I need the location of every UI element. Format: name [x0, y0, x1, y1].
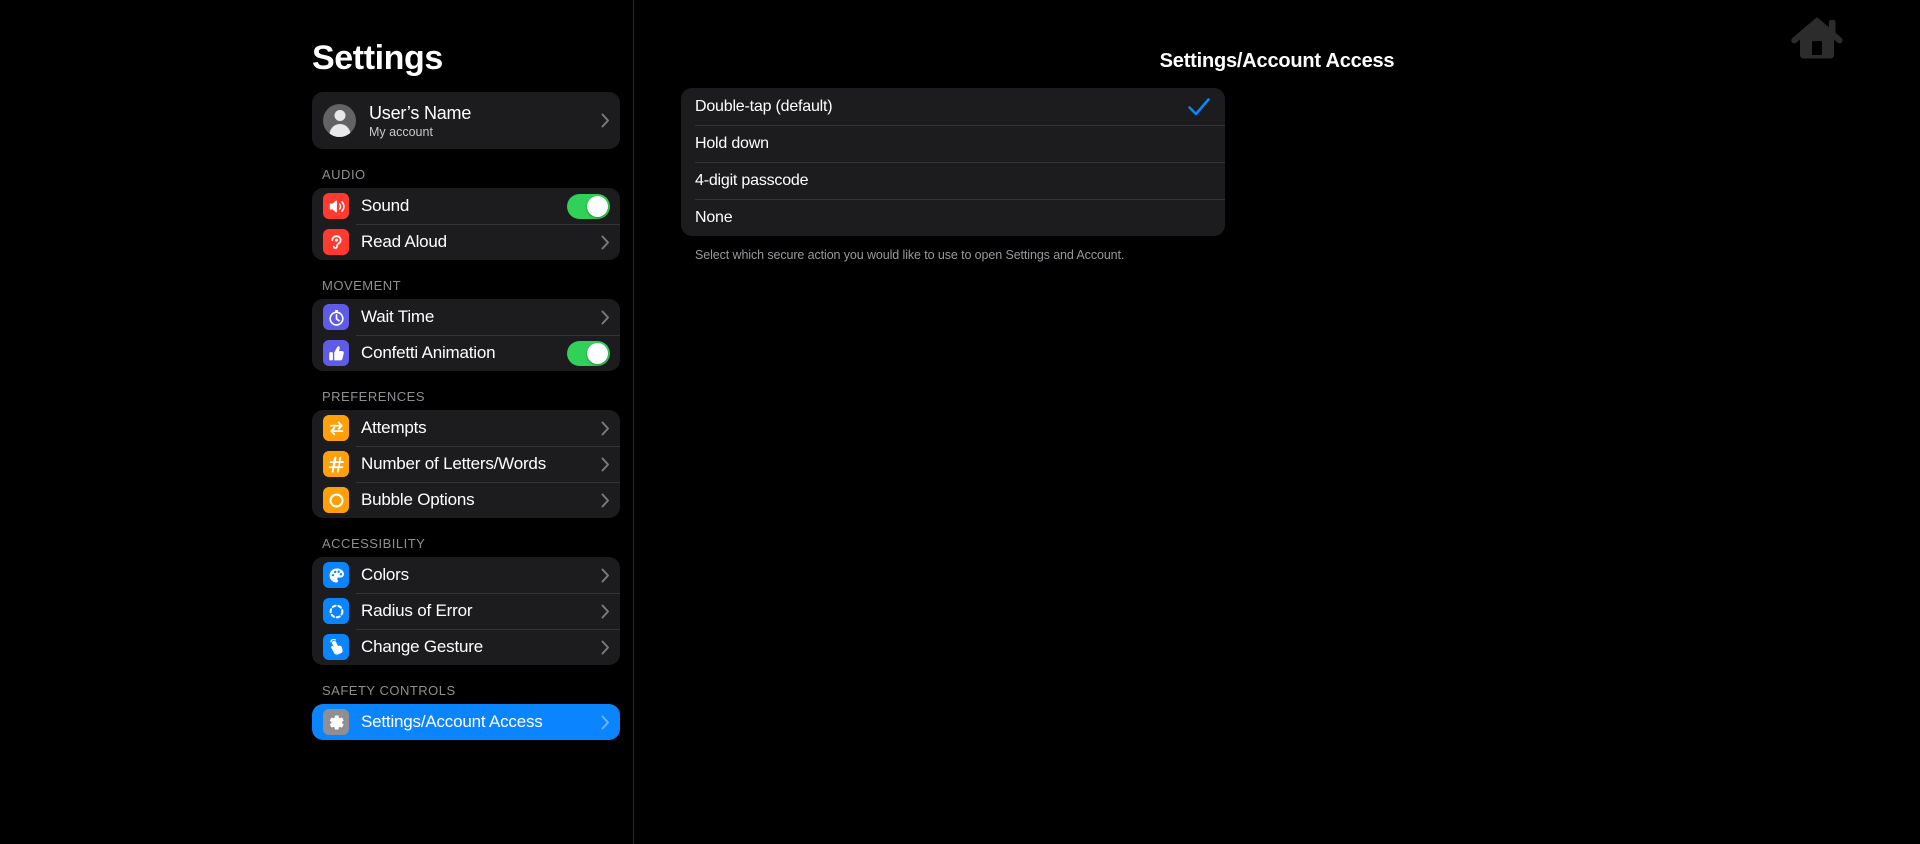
detail-title: Settings/Account Access [1159, 50, 1395, 72]
person-avatar-icon [323, 104, 356, 137]
chevron-right-icon [601, 457, 610, 472]
sidebar-item-sound[interactable]: Sound [312, 188, 620, 224]
group-header: AUDIO [322, 167, 366, 182]
access-options-list: Double-tap (default) Hold down 4-digit pas… [681, 88, 1225, 236]
sidebar-group-movement: MOVEMENT Wait Time Confetti Animation [312, 278, 620, 371]
chevron-right-icon [601, 568, 610, 583]
group-card: Sound Read Aloud [312, 188, 620, 260]
speaker-wave-icon [323, 193, 349, 219]
dashed-circle-icon [323, 598, 349, 624]
hand-tap-icon [323, 634, 349, 660]
option-label: Double-tap (default) [695, 97, 833, 115]
group-header: MOVEMENT [322, 278, 402, 293]
sidebar-item-label: Colors [361, 565, 409, 584]
toggle-switch[interactable] [567, 340, 610, 366]
sidebar-item-label: Settings/Account Access [361, 712, 543, 731]
sidebar-group-audio: AUDIO Sound Read Aloud [312, 167, 620, 260]
sidebar-group-preferences: PREFERENCES Attempts Number of Letters/Wor… [312, 389, 620, 518]
sidebar-item-label: Wait Time [361, 307, 435, 326]
group-card: Wait Time Confetti Animation [312, 299, 620, 371]
thumbs-up-icon [323, 340, 349, 366]
repeat-arrows-icon [323, 415, 349, 441]
sidebar-item-label: Read Aloud [361, 232, 447, 251]
settings-app: Settings User’s Name My account AUDIO Sound… [0, 0, 1920, 844]
sidebar-group-accessibility: ACCESSIBILITY Colors Radius of Error Change… [312, 536, 620, 665]
option-label: 4-digit passcode [695, 171, 809, 189]
chevron-right-icon [601, 310, 610, 325]
sidebar-scroll-area[interactable]: User’s Name My account AUDIO Sound Read Alou… [0, 92, 633, 740]
hash-icon [323, 451, 349, 477]
detail-pane: Settings/Account Access Double-tap (defa… [634, 0, 1920, 844]
palette-icon [323, 562, 349, 588]
sidebar-item-label: Bubble Options [361, 490, 475, 509]
settings-sidebar: Settings User’s Name My account AUDIO Sound… [0, 0, 634, 844]
account-name: User’s Name [369, 102, 472, 123]
account-group: User’s Name My account [312, 92, 620, 149]
toggle-knob [587, 342, 608, 364]
chevron-right-icon [601, 235, 610, 250]
chevron-right-icon [601, 113, 610, 128]
sidebar-item-label: Attempts [361, 418, 427, 437]
sidebar-item-account[interactable]: User’s Name My account [312, 92, 620, 149]
sidebar-item-label: Number of Letters/Words [361, 454, 546, 473]
option-row-4-digit-passcode[interactable]: 4-digit passcode [681, 162, 1225, 199]
chevron-right-icon [601, 493, 610, 508]
circle-outline-icon [323, 487, 349, 513]
sidebar-group-safety-controls: SAFETY CONTROLS Settings/Account Access [312, 683, 620, 740]
option-label: None [695, 208, 733, 226]
page-title: Settings [312, 39, 443, 77]
sidebar-item-radius-of-error[interactable]: Radius of Error [312, 593, 620, 629]
sidebar-item-label: Radius of Error [361, 601, 473, 620]
group-header: ACCESSIBILITY [322, 536, 426, 551]
chevron-right-icon [601, 604, 610, 619]
option-label: Hold down [695, 134, 769, 152]
sidebar-item-label: Sound [361, 196, 410, 215]
sidebar-item-change-gesture[interactable]: Change Gesture [312, 629, 620, 665]
sidebar-item-number-of-letters-words[interactable]: Number of Letters/Words [312, 446, 620, 482]
group-card: Attempts Number of Letters/Words Bubble Op… [312, 410, 620, 518]
ear-icon [323, 229, 349, 255]
sidebar-item-label: Confetti Animation [361, 343, 496, 362]
sidebar-item-bubble-options[interactable]: Bubble Options [312, 482, 620, 518]
sidebar-item-wait-time[interactable]: Wait Time [312, 299, 620, 335]
chevron-right-icon [601, 640, 610, 655]
chevron-right-icon [601, 421, 610, 436]
gear-icon [323, 709, 349, 735]
option-row-double-tap-default[interactable]: Double-tap (default) [681, 88, 1225, 125]
stopwatch-icon [323, 304, 349, 330]
account-subtitle: My account [369, 124, 433, 139]
sidebar-item-read-aloud[interactable]: Read Aloud [312, 224, 620, 260]
group-card: Settings/Account Access [312, 704, 620, 740]
sidebar-item-settings-account-access[interactable]: Settings/Account Access [312, 704, 620, 740]
group-header: PREFERENCES [322, 389, 426, 404]
option-row-hold-down[interactable]: Hold down [681, 125, 1225, 162]
options-footer-text: Select which secure action you would lik… [695, 248, 1125, 262]
group-card: Colors Radius of Error Change Gesture [312, 557, 620, 665]
sidebar-item-confetti-animation[interactable]: Confetti Animation [312, 335, 620, 371]
sidebar-item-colors[interactable]: Colors [312, 557, 620, 593]
toggle-knob [587, 195, 608, 217]
sidebar-item-attempts[interactable]: Attempts [312, 410, 620, 446]
chevron-right-icon [601, 715, 610, 730]
account-card: User’s Name My account [312, 92, 620, 149]
option-row-none[interactable]: None [681, 199, 1225, 236]
checkmark-icon [1187, 96, 1211, 118]
group-header: SAFETY CONTROLS [322, 683, 456, 698]
sidebar-item-label: Change Gesture [361, 637, 483, 656]
toggle-switch[interactable] [567, 193, 610, 219]
